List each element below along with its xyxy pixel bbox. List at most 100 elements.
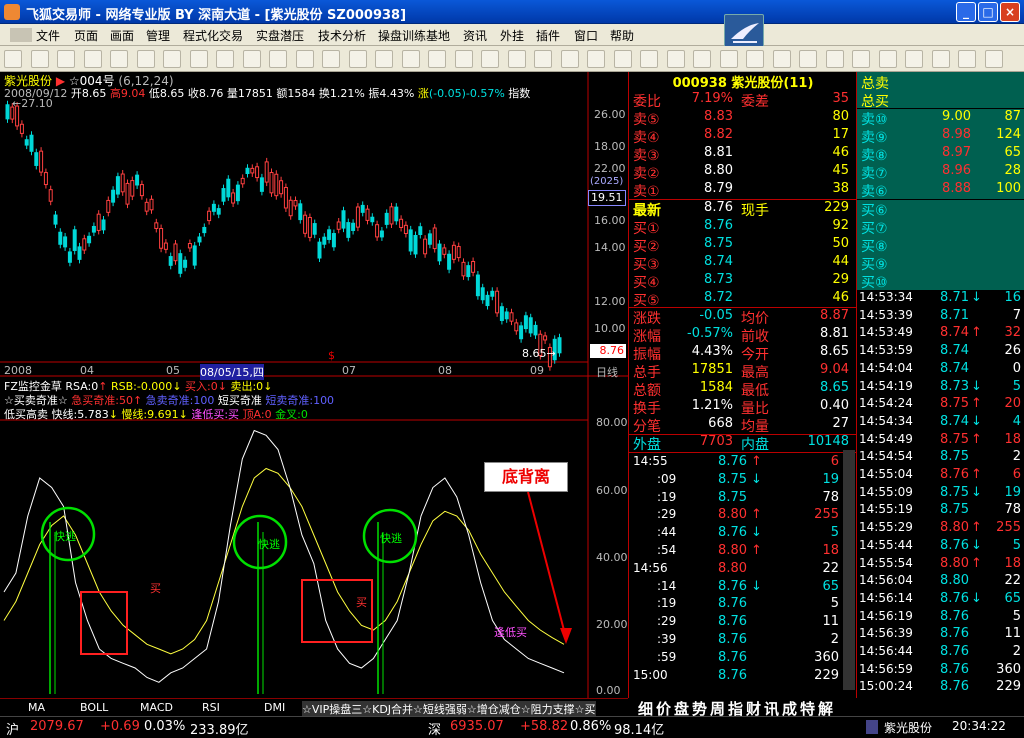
toolbar-tool-icon[interactable] [984, 50, 1003, 68]
candle [418, 226, 423, 236]
indicator-tabs: MA BOLL MACD RSI DMI ☆VIP操盘三☆KDJ合并☆短线强弱☆… [0, 698, 628, 717]
toolbar-tool-icon[interactable] [216, 50, 234, 68]
tick-time: :19 [657, 596, 677, 611]
toolbar-tool-icon[interactable] [931, 50, 950, 68]
candle [456, 246, 461, 259]
buy-level-label: 买① [633, 221, 660, 237]
toolbar-tool-icon[interactable] [507, 50, 526, 68]
sell-level-price: 8.83 [704, 109, 733, 124]
toolbar-tool-icon[interactable] [454, 50, 473, 68]
toolbar-tool-icon[interactable] [958, 50, 976, 68]
toolbar-tool-icon[interactable] [401, 50, 420, 68]
kline-chart-area[interactable]: $ 紫光股份 ▶ ☆004号 (6,12,24) 2008/09/12 开8.6… [0, 72, 628, 698]
toolbar-tool-icon[interactable] [825, 50, 844, 68]
toolbar-tool-icon[interactable] [719, 50, 738, 68]
max-price-value: 27.10 [21, 97, 53, 110]
toolbar-tool-icon[interactable] [481, 50, 499, 68]
toolbar-tool-icon[interactable] [110, 50, 128, 68]
quote-name: 紫光股份 [731, 76, 784, 91]
toolbar-tool-icon[interactable] [30, 50, 49, 68]
tick-scrollbar[interactable] [843, 450, 855, 690]
toolbar-tool-icon[interactable] [375, 50, 393, 68]
max-price-label: ←27.10 [12, 97, 53, 110]
buy-level-price: 8.72 [704, 290, 733, 305]
last-price: 8.76 [704, 200, 733, 215]
buy-level-label: 买④ [633, 275, 660, 291]
toolbar-tool-icon[interactable] [189, 50, 208, 68]
toolbar-tool-icon[interactable] [57, 50, 75, 68]
tab-rsi[interactable]: RSI [202, 701, 220, 714]
toolbar-tool-icon[interactable] [878, 50, 897, 68]
stat-value2: 0.40 [820, 398, 849, 413]
min-price-value: 8.65 [522, 347, 547, 360]
status-stock[interactable]: 紫光股份 [884, 719, 932, 736]
price-axis-tick: 12.00 [594, 295, 626, 308]
toolbar-tool-icon[interactable] [746, 50, 764, 68]
menu-item-training[interactable]: 操盘训练基地 [378, 27, 450, 44]
menu-item-plugins[interactable]: 插件 [536, 27, 560, 44]
menu-item-page[interactable]: 页面 [74, 27, 98, 44]
toolbar-tool-icon[interactable] [242, 50, 261, 68]
toolbar-tool-icon[interactable] [322, 50, 340, 68]
stat-value: 1.21% [691, 398, 733, 413]
tick-arrow: ↑ [751, 454, 762, 469]
toolbar-tool-icon[interactable] [666, 50, 685, 68]
candle [96, 213, 101, 231]
tick-price: 8.76 [718, 578, 747, 594]
toolbar-tool-icon[interactable] [799, 50, 817, 68]
menu-item-file[interactable]: 文件 [36, 27, 60, 44]
candle [447, 253, 452, 270]
toolbar-tool-icon[interactable] [587, 50, 605, 68]
tab-dmi[interactable]: DMI [264, 701, 285, 714]
menu-item-screen[interactable]: 画面 [110, 27, 134, 44]
menu-item-realtime[interactable]: 实盘潜压 [256, 27, 304, 44]
menu-item-help[interactable]: 帮助 [610, 27, 634, 44]
toolbar-tool-icon[interactable] [136, 50, 155, 68]
tick-time: :59 [657, 649, 677, 664]
close-button[interactable]: × [1000, 2, 1020, 22]
doc-icon[interactable] [10, 28, 32, 42]
menu-item-tech[interactable]: 技术分析 [318, 27, 366, 44]
queue-tick-volume: 18 [1004, 431, 1021, 447]
toolbar-tool-icon[interactable] [269, 50, 287, 68]
menu-item-plugin-ext[interactable]: 外挂 [500, 27, 524, 44]
toolbar-tool-icon[interactable] [852, 50, 870, 68]
toolbar-tool-icon[interactable] [560, 50, 579, 68]
toolbar-tool-icon[interactable] [772, 50, 791, 68]
menu-item-news[interactable]: 资讯 [463, 27, 487, 44]
toolbar-tool-icon[interactable] [83, 50, 102, 68]
menu-item-program-trade[interactable]: 程式化交易 [183, 27, 243, 44]
tick-time: :44 [657, 525, 677, 540]
tab-ma[interactable]: MA [28, 701, 45, 714]
minimize-button[interactable]: _ [956, 2, 976, 22]
tick-volume: 11 [822, 614, 839, 630]
toolbar-tool-icon[interactable] [905, 50, 923, 68]
tab-macd[interactable]: MACD [140, 701, 173, 714]
toolbar-tool-icon[interactable] [295, 50, 314, 68]
toolbar-tool-icon[interactable] [693, 50, 711, 68]
tab-boll[interactable]: BOLL [80, 701, 108, 714]
toolbar-tool-icon[interactable] [4, 50, 22, 68]
menu-item-manage[interactable]: 管理 [146, 27, 170, 44]
toolbar-tool-icon[interactable] [348, 50, 367, 68]
toolbar-tool-icon[interactable] [428, 50, 446, 68]
candle [288, 199, 293, 217]
buy-label: 买 [356, 596, 367, 609]
toolbar-tool-icon[interactable] [613, 50, 632, 68]
candle [168, 256, 173, 266]
total-sell-label: 总卖 [861, 76, 889, 92]
menu-item-window[interactable]: 窗口 [574, 27, 598, 44]
queue-tick-time: 14:55:29 [859, 520, 913, 535]
tick-time: :39 [657, 632, 677, 646]
toolbar-tool-icon[interactable] [163, 50, 181, 68]
toolbar-tool-icon[interactable] [640, 50, 658, 68]
maximize-button[interactable]: □ [978, 2, 998, 22]
ticker-formula-list[interactable]: ☆VIP操盘三☆KDJ合并☆短线强弱☆增仓减仓☆阻力支撑☆买 [302, 701, 596, 717]
candle [207, 210, 212, 222]
candle [240, 177, 245, 185]
tick-price: 8.80 [718, 507, 747, 523]
stat-label: 换手 [633, 401, 661, 417]
period-label[interactable]: 日线 [596, 364, 618, 382]
candle [72, 229, 77, 251]
toolbar-tool-icon[interactable] [534, 50, 552, 68]
